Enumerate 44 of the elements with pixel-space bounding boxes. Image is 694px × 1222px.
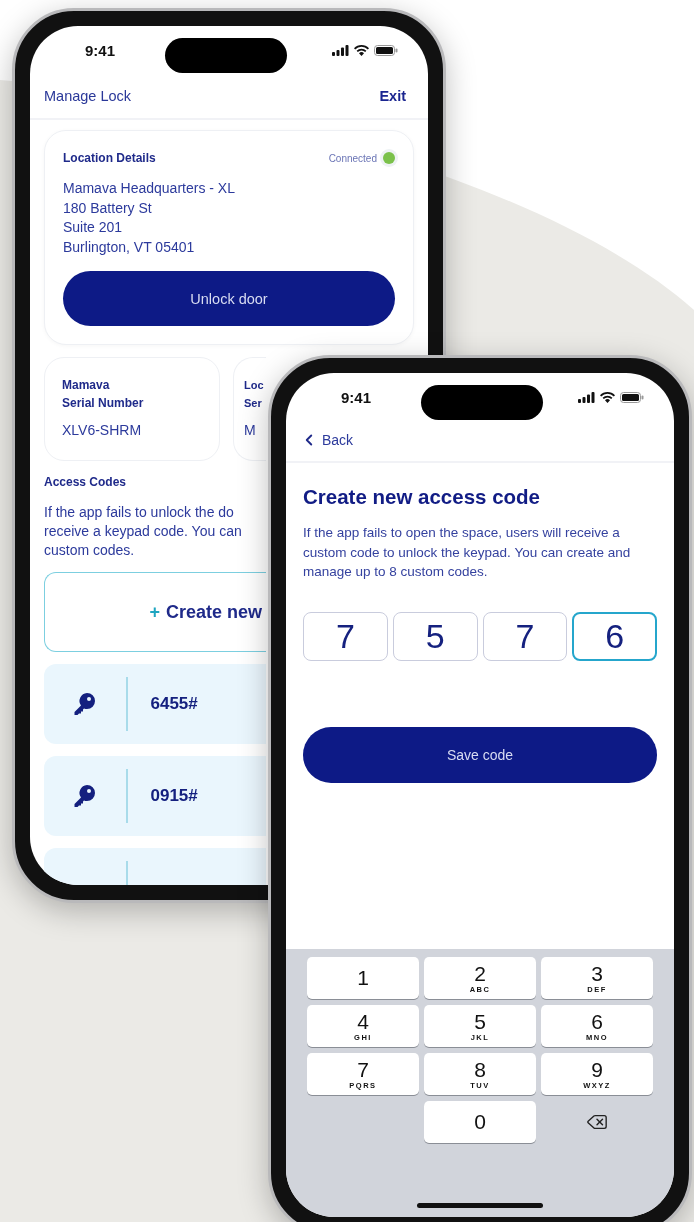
info-label: Mamava <box>62 377 110 394</box>
exit-link[interactable]: Exit <box>379 88 406 104</box>
description-line: If the app fails to unlock the do <box>44 503 234 522</box>
unlock-door-button[interactable]: Unlock door <box>63 271 395 326</box>
description-line: receive a keypad code. You can <box>44 522 242 541</box>
keypad-key[interactable]: 0 <box>424 1101 536 1143</box>
page-title: Create new access code <box>303 485 542 509</box>
address-line: Mamava Headquarters - XL <box>63 179 236 198</box>
status-time: 9:41 <box>341 388 372 406</box>
keypad-key[interactable]: 1 <box>307 957 419 999</box>
info-value: M <box>244 422 256 438</box>
create-new-button[interactable]: + Create new <box>44 572 266 652</box>
code-digit-field[interactable]: 6 <box>572 611 657 661</box>
address-line: 180 Battery St <box>63 198 153 218</box>
connection-status: Connected <box>328 152 377 164</box>
wifi-icon <box>354 44 369 56</box>
access-code: 0915# <box>150 786 198 806</box>
battery-icon <box>620 391 644 403</box>
key-icon <box>74 692 96 716</box>
wifi-icon <box>600 391 615 403</box>
info-value: XLV6-SHRM <box>62 422 142 438</box>
card-heading: Location Details <box>63 151 156 165</box>
address-line: Suite 201 <box>63 218 124 237</box>
access-code-row[interactable]: 0915# <box>44 756 266 836</box>
signal-icon <box>332 44 349 56</box>
key-icon <box>74 784 96 808</box>
info-label: Ser <box>244 396 262 411</box>
address-line: Burlington, VT 05401 <box>63 237 196 257</box>
battery-icon <box>374 44 398 56</box>
info-label: Serial Number <box>62 395 144 412</box>
status-time: 9:41 <box>85 41 116 59</box>
description-text: If the app fails to open the space, users will receive a custom code to unlock the keypad. You can create and manage up to 8 custom codes. <box>303 524 632 581</box>
screen-title: Manage Lock <box>44 88 132 104</box>
code-digit-field[interactable]: 7 <box>303 611 388 661</box>
description-line: custom codes. <box>44 541 135 560</box>
save-code-button[interactable]: Save code <box>303 726 657 783</box>
code-digit-field[interactable]: 5 <box>392 611 478 661</box>
back-link[interactable]: Back <box>300 431 354 449</box>
code-digit-field[interactable]: 7 <box>482 611 568 661</box>
access-code-row[interactable]: 6455# <box>44 664 266 744</box>
access-code: 6455# <box>150 694 198 714</box>
signal-icon <box>578 391 595 403</box>
section-heading: Access Codes <box>44 475 127 489</box>
info-label: Loc <box>244 378 264 393</box>
